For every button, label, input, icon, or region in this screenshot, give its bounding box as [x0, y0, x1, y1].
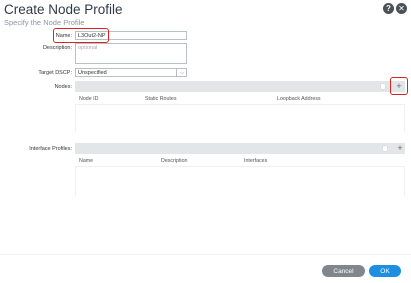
interface-profiles-label: Interface Profiles: [29, 146, 72, 152]
interface-profiles-col-description[interactable]: Description [161, 158, 188, 164]
target-dscp-select[interactable]: Unspecified [75, 68, 187, 77]
description-placeholder: optional [78, 45, 98, 51]
nodes-toolbar [75, 81, 405, 92]
interface-profiles-toolbar [75, 143, 405, 154]
footer-divider [0, 254, 411, 255]
name-highlight-box [53, 28, 109, 43]
trash-icon[interactable] [383, 146, 387, 151]
nodes-add-button[interactable]: + [390, 77, 408, 95]
help-icon[interactable]: ? [383, 3, 394, 14]
nodes-col-static-routes[interactable]: Static Routes [145, 96, 177, 102]
nodes-table-body [75, 104, 405, 132]
plus-icon: + [397, 143, 403, 153]
interface-profiles-col-name[interactable]: Name [79, 158, 93, 164]
dropdown-toggle[interactable]: ⌵ [176, 68, 187, 77]
interface-profiles-table-body [75, 166, 405, 196]
ok-button[interactable]: OK [369, 265, 401, 277]
description-label: Description: [42, 45, 72, 51]
cancel-button[interactable]: Cancel [322, 265, 365, 277]
nodes-col-node-id[interactable]: Node ID [79, 96, 98, 102]
target-dscp-value: Unspecified [78, 70, 107, 76]
dialog-subtitle: Specify the Node Profile [4, 18, 85, 27]
close-icon[interactable]: ✕ [396, 3, 407, 14]
interface-profiles-add-button[interactable]: + [395, 143, 405, 154]
nodes-col-loopback-address[interactable]: Loopback Address [277, 96, 321, 102]
chevron-down-icon: ⌵ [180, 69, 184, 76]
trash-icon[interactable] [381, 84, 385, 89]
target-dscp-label: Target DSCP: [38, 70, 72, 76]
interface-profiles-col-interfaces[interactable]: Interfaces [244, 158, 267, 164]
description-textarea[interactable]: optional [75, 43, 187, 64]
dialog-title: Create Node Profile [4, 2, 123, 17]
nodes-label: Nodes: [54, 84, 72, 90]
plus-icon: + [396, 80, 402, 91]
